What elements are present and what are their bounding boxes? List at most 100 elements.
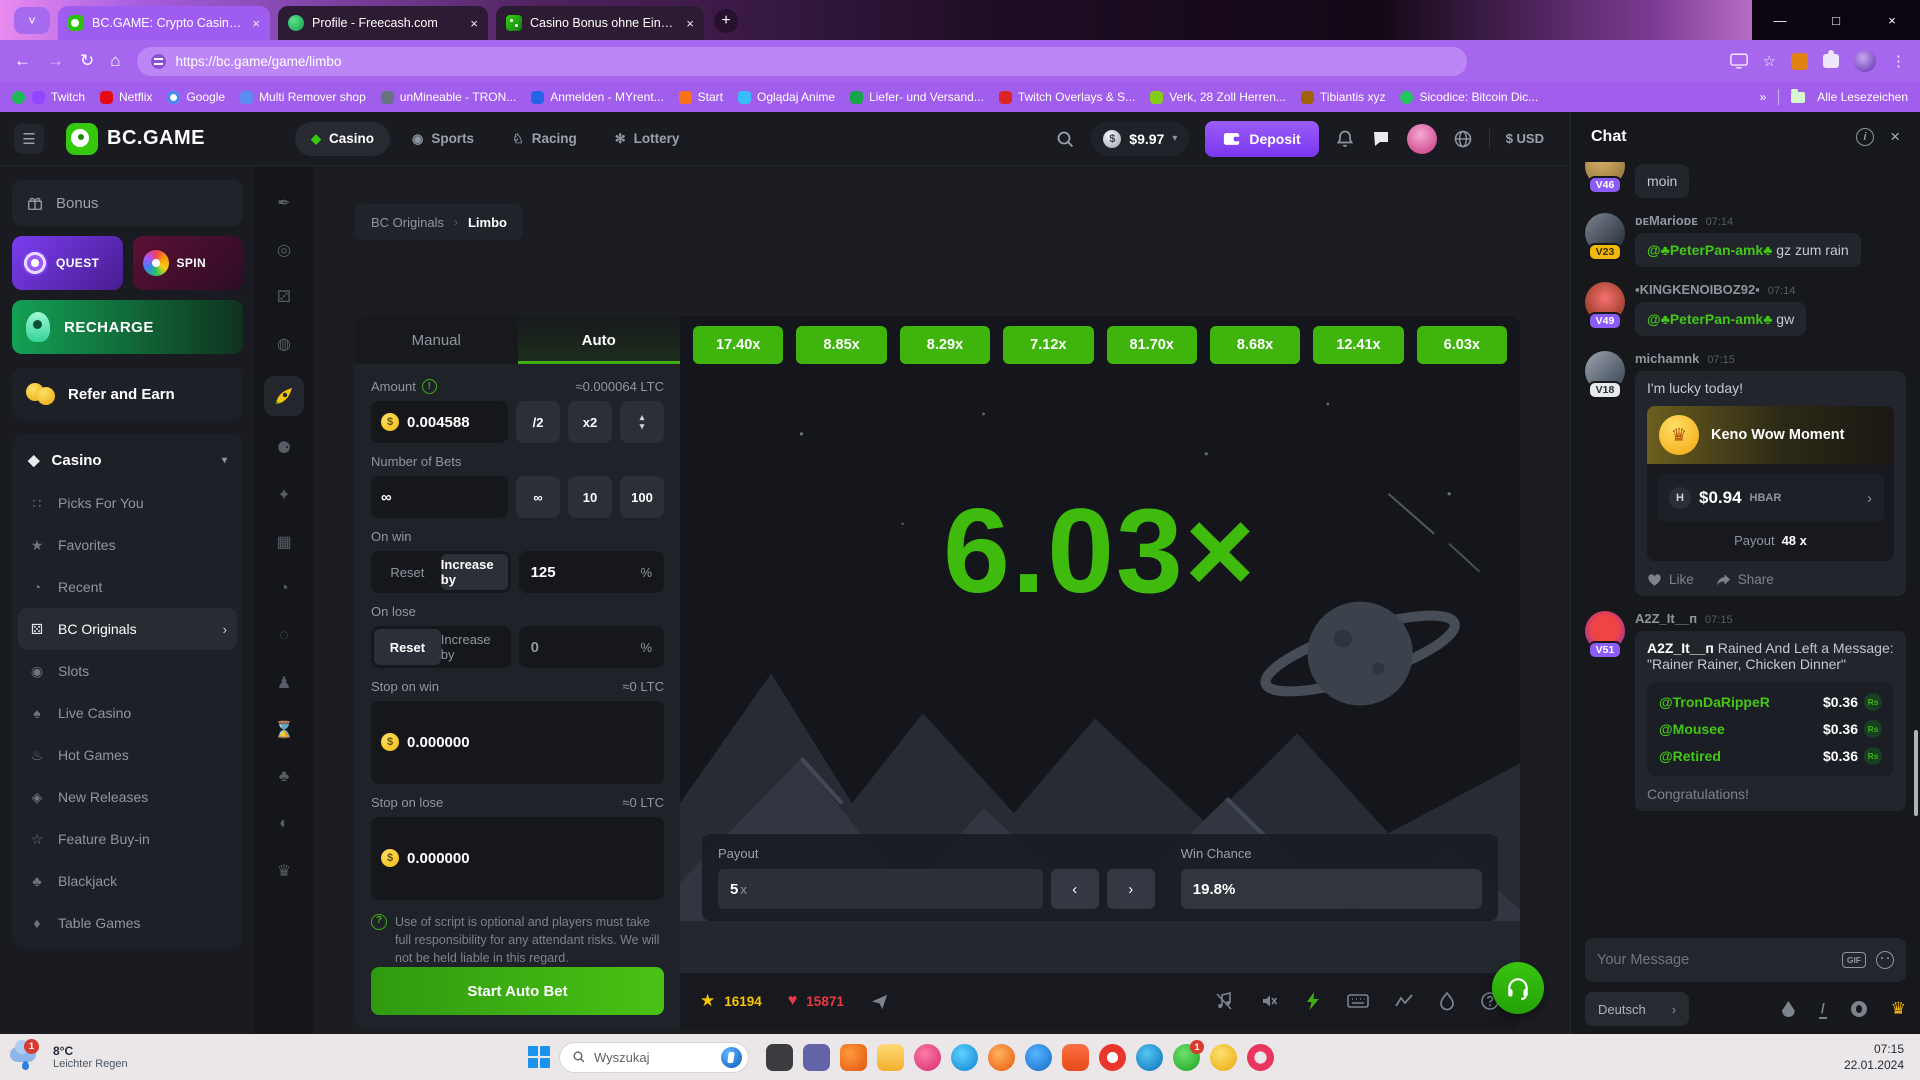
browser-tab-bonus[interactable]: Casino Bonus ohne Einzahlung... × [496, 6, 704, 40]
username[interactable]: A2Z_It__п [1635, 611, 1697, 626]
taskbar-app-folder[interactable] [877, 1044, 904, 1071]
sidebar-toggle-button[interactable]: ☰ [14, 124, 44, 154]
spotify-bookmark-icon[interactable] [12, 91, 25, 104]
emoji-icon[interactable] [1876, 951, 1894, 969]
win-chance-input[interactable]: 19.8% [1181, 869, 1482, 909]
share-plane-icon[interactable] [870, 992, 889, 1011]
recharge-card[interactable]: RECHARGE [12, 300, 243, 354]
keno-wow-moment-card[interactable]: ♛ Keno Wow Moment H $0.94 HBAR › [1647, 406, 1894, 561]
sound-off-icon[interactable] [1259, 991, 1279, 1011]
extensions-puzzle-icon[interactable] [1823, 54, 1839, 68]
bookmark-item[interactable]: Verk, 28 Zoll Herren... [1150, 90, 1286, 104]
bookmark-item[interactable]: Tibiantis xyz [1301, 90, 1386, 104]
taskbar-app-taskview[interactable] [766, 1044, 793, 1071]
game-icon-keno[interactable]: ▦ [269, 527, 299, 557]
history-chip[interactable]: 12.41x [1313, 326, 1403, 364]
username[interactable]: ▪KINGKENOIBOZ92▪ [1635, 282, 1760, 297]
message-input-box[interactable]: GIF [1585, 938, 1906, 982]
payout-next-button[interactable]: › [1107, 869, 1155, 909]
game-icon-bomb[interactable]: ⚈ [269, 433, 299, 463]
bookmark-star-icon[interactable]: ☆ [1763, 52, 1776, 70]
brand-logo[interactable]: BC.GAME [66, 123, 205, 155]
currency-label[interactable]: $ USD [1506, 131, 1544, 146]
browser-menu-icon[interactable]: ⋮ [1891, 52, 1906, 70]
language-selector[interactable]: Deutsch › [1585, 992, 1689, 1026]
bets-10-button[interactable]: 10 [568, 476, 612, 518]
amount-input[interactable]: $ 0.004588 [371, 401, 508, 443]
bell-icon[interactable] [1335, 129, 1355, 149]
quest-card[interactable]: QUEST [12, 236, 123, 290]
sidebar-item-bc-originals[interactable]: ⚄BC Originals› [18, 608, 237, 650]
game-icon-blackjack[interactable]: ♣ [269, 762, 299, 792]
user-avatar[interactable] [1407, 124, 1437, 154]
bookmark-item[interactable]: Netflix [100, 90, 152, 104]
bets-infinity-button[interactable]: ∞ [516, 476, 560, 518]
cast-icon[interactable] [1730, 53, 1748, 69]
history-chip[interactable]: 17.40x [693, 326, 783, 364]
browser-profile-avatar[interactable] [1854, 50, 1876, 72]
taskbar-app-skype[interactable] [1136, 1044, 1163, 1071]
taskbar-app-teams[interactable] [803, 1044, 830, 1071]
casino-group-header[interactable]: ◆ Casino ▾ [18, 438, 237, 482]
live-stats-icon[interactable] [1394, 992, 1414, 1010]
music-off-icon[interactable] [1214, 991, 1234, 1011]
rain-recipient[interactable]: @Retired [1659, 748, 1721, 764]
url-bar[interactable]: https://bc.game/game/limbo [137, 47, 1467, 76]
breadcrumb-section[interactable]: BC Originals [371, 215, 444, 230]
taskbar-search[interactable] [559, 1042, 749, 1073]
sidebar-item-feature-buy-in[interactable]: ☆Feature Buy-in [18, 818, 237, 860]
sidebar-item-recent[interactable]: ◔Recent [18, 566, 237, 608]
refer-and-earn[interactable]: Refer and Earn [12, 368, 243, 420]
bookmark-item[interactable]: unMineable - TRON... [381, 90, 517, 104]
stop-win-input[interactable]: $ 0.000000 [371, 701, 664, 784]
bookmark-item[interactable]: Sicodice: Bitcoin Dic... [1400, 90, 1538, 104]
reload-icon[interactable]: ↻ [80, 51, 94, 71]
on-lose-reset-button[interactable]: Reset [374, 629, 441, 665]
bookmark-item[interactable]: Start [679, 90, 723, 104]
taskbar-app-shield[interactable] [1062, 1044, 1089, 1071]
chat-scrollbar[interactable] [1914, 730, 1918, 816]
payout-input[interactable]: 5 x [718, 869, 1043, 909]
history-chip[interactable]: 8.29x [900, 326, 990, 364]
taskbar-app-pink[interactable] [914, 1044, 941, 1071]
taskbar-app-telegram[interactable] [1025, 1044, 1052, 1071]
spin-card[interactable]: SPIN [133, 236, 244, 290]
nav-sports[interactable]: ◉Sports [396, 122, 490, 156]
game-icon-mine[interactable]: ♟ [269, 668, 299, 698]
game-icon-roulette[interactable]: ◐ [269, 809, 299, 839]
close-button[interactable]: × [1864, 0, 1920, 40]
history-chip[interactable]: 7.12x [1003, 326, 1093, 364]
game-icon-pen[interactable]: ✒ [269, 188, 299, 218]
sidebar-item-picks-for-you[interactable]: ∷Picks For You [18, 482, 237, 524]
username[interactable]: michamnk [1635, 351, 1699, 366]
globe-icon[interactable] [1453, 129, 1473, 149]
rain-tip-icon[interactable] [1782, 1001, 1795, 1017]
on-lose-percent-input[interactable]: 0 % [519, 626, 664, 668]
taskbar-app-green[interactable]: 1 [1173, 1044, 1200, 1071]
deposit-button[interactable]: Deposit [1205, 121, 1318, 157]
mention[interactable]: @♣PeterPan-amk♣ [1647, 311, 1772, 327]
rain-recipient[interactable]: @TronDaRippeR [1659, 694, 1770, 710]
game-icon-crown[interactable]: ♛ [269, 856, 299, 886]
seed-icon[interactable] [1439, 991, 1455, 1011]
stop-lose-input[interactable]: $ 0.000000 [371, 817, 664, 900]
on-win-reset-button[interactable]: Reset [374, 554, 441, 590]
browser-tab-active[interactable]: BC.GAME: Crypto Casino Game... × [58, 6, 270, 40]
history-chip[interactable]: 81.70x [1107, 326, 1197, 364]
on-win-percent-input[interactable]: 125 % [519, 551, 664, 593]
all-bookmarks-label[interactable]: Alle Lesezeichen [1817, 90, 1908, 104]
history-chip[interactable]: 8.85x [796, 326, 886, 364]
nav-racing[interactable]: ♘Racing [496, 122, 593, 156]
maximize-button[interactable]: □ [1808, 0, 1864, 40]
tab-search-button[interactable]: ˅ [14, 7, 50, 34]
game-icon-timer[interactable]: ⌛ [269, 715, 299, 745]
game-icon-chip[interactable]: ◍ [269, 329, 299, 359]
turbo-bolt-icon[interactable] [1304, 991, 1322, 1011]
payout-prev-button[interactable]: ‹ [1051, 869, 1099, 909]
taskbar-app-opera[interactable] [1099, 1044, 1126, 1071]
sidebar-item-new-releases[interactable]: ◈New Releases [18, 776, 237, 818]
game-icon-star[interactable]: ✦ [269, 480, 299, 510]
balance-selector[interactable]: $ $9.97 ▾ [1091, 122, 1189, 156]
on-win-increase-button[interactable]: Increase by [441, 554, 508, 590]
chat-toggle-icon[interactable] [1371, 129, 1391, 149]
